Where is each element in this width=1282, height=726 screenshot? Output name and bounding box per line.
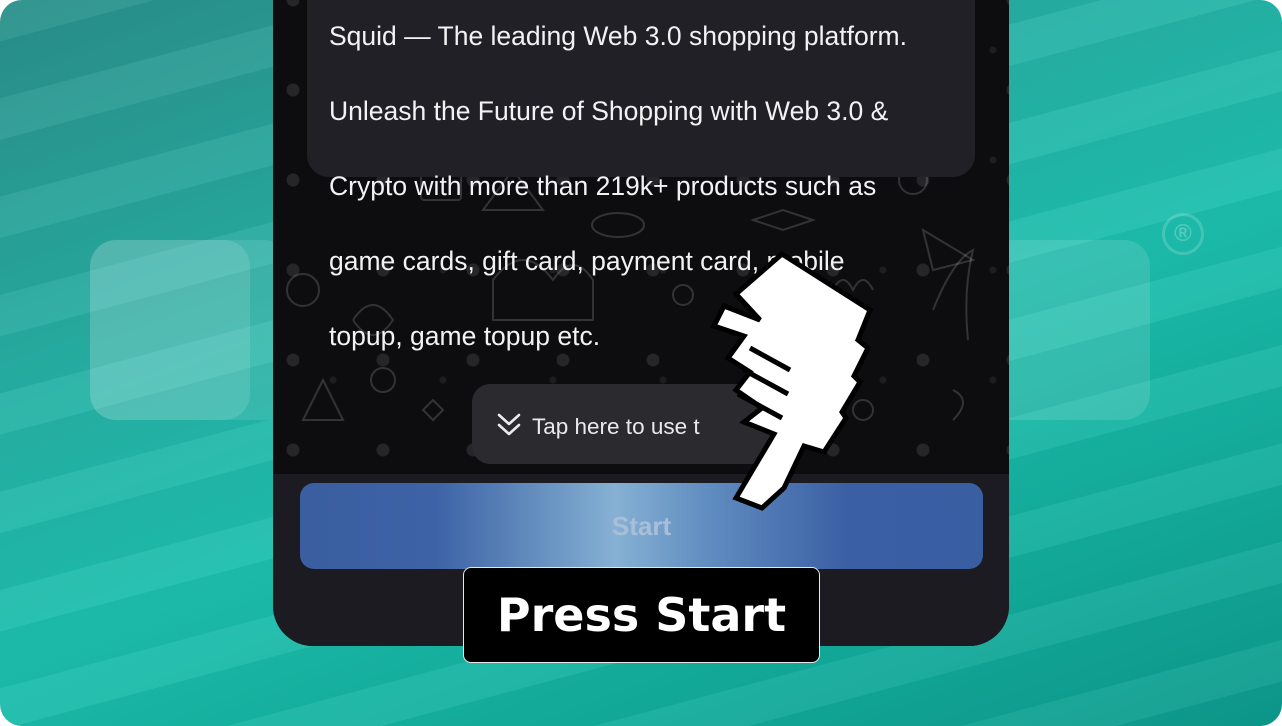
message-line: Unleash the Future of Shopping with Web … (329, 95, 889, 126)
start-button[interactable]: Start (300, 483, 983, 569)
press-start-label: Press Start (496, 588, 787, 642)
message-bubble: Squid — The leading Web 3.0 shopping pla… (307, 0, 975, 351)
registered-mark: ® (1162, 213, 1204, 255)
message-line: Crypto with more than 219k+ products suc… (329, 170, 877, 201)
pointing-hand-cursor-icon (710, 250, 874, 511)
tap-hint-text: Tap here to use t (532, 414, 700, 439)
double-chevron-down-icon (497, 413, 521, 436)
press-start-caption: Press Start (463, 567, 820, 663)
message-line: Squid — The leading Web 3.0 shopping pla… (329, 20, 907, 51)
watermark-letter-base (90, 240, 290, 420)
start-button-label: Start (611, 510, 672, 541)
chat-background: Squid — The leading Web 3.0 shopping pla… (273, 0, 1009, 474)
